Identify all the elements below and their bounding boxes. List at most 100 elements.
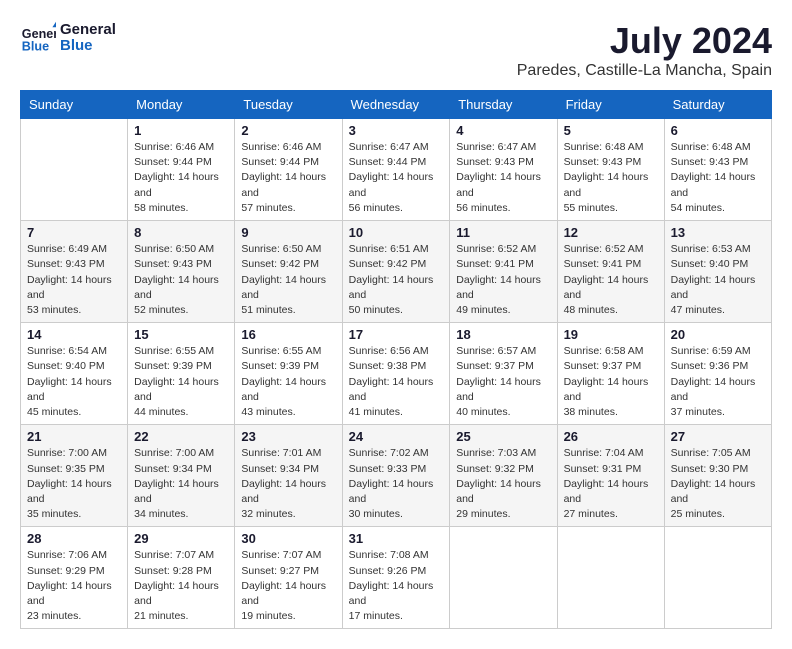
day-detail: Sunrise: 6:54 AMSunset: 9:40 PMDaylight:… (27, 344, 121, 420)
sunrise-text: Sunrise: 7:04 AM (564, 447, 644, 459)
sunrise-text: Sunrise: 6:53 AM (671, 243, 751, 255)
month-title: July 2024 (517, 20, 772, 62)
calendar-week-row: 1 Sunrise: 6:46 AMSunset: 9:44 PMDaylight… (21, 119, 772, 221)
day-number: 9 (241, 225, 335, 240)
daylight-text: Daylight: 14 hours and25 minutes. (671, 478, 756, 520)
sunrise-text: Sunrise: 7:01 AM (241, 447, 321, 459)
day-number: 1 (134, 123, 228, 138)
day-detail: Sunrise: 7:01 AMSunset: 9:34 PMDaylight:… (241, 446, 335, 522)
sunset-text: Sunset: 9:36 PM (671, 360, 749, 372)
day-number: 14 (27, 327, 121, 342)
calendar-cell: 1 Sunrise: 6:46 AMSunset: 9:44 PMDaylight… (128, 119, 235, 221)
day-number: 11 (456, 225, 550, 240)
day-number: 23 (241, 429, 335, 444)
daylight-text: Daylight: 14 hours and19 minutes. (241, 580, 326, 622)
day-detail: Sunrise: 6:48 AMSunset: 9:43 PMDaylight:… (564, 140, 658, 216)
day-number: 16 (241, 327, 335, 342)
sunset-text: Sunset: 9:31 PM (564, 463, 642, 475)
day-detail: Sunrise: 6:46 AMSunset: 9:44 PMDaylight:… (134, 140, 228, 216)
day-number: 3 (349, 123, 444, 138)
daylight-text: Daylight: 14 hours and41 minutes. (349, 376, 434, 418)
sunrise-text: Sunrise: 6:52 AM (564, 243, 644, 255)
daylight-text: Daylight: 14 hours and51 minutes. (241, 274, 326, 316)
calendar-cell: 29Sunrise: 7:07 AMSunset: 9:28 PMDayligh… (128, 527, 235, 629)
day-detail: Sunrise: 7:00 AMSunset: 9:34 PMDaylight:… (134, 446, 228, 522)
day-detail: Sunrise: 6:55 AMSunset: 9:39 PMDaylight:… (241, 344, 335, 420)
sunset-text: Sunset: 9:43 PM (27, 258, 105, 270)
sunrise-text: Sunrise: 6:57 AM (456, 345, 536, 357)
sunset-text: Sunset: 9:28 PM (134, 565, 212, 577)
sunset-text: Sunset: 9:30 PM (671, 463, 749, 475)
calendar-cell: 28 Sunrise: 7:06 AMSunset: 9:29 PMDayligh… (21, 527, 128, 629)
calendar-cell: 7Sunrise: 6:49 AMSunset: 9:43 PMDaylight… (21, 221, 128, 323)
weekday-header-tuesday: Tuesday (235, 91, 342, 119)
day-detail: Sunrise: 7:02 AMSunset: 9:33 PMDaylight:… (349, 446, 444, 522)
day-number: 19 (564, 327, 658, 342)
day-number: 2 (241, 123, 335, 138)
day-detail: Sunrise: 6:59 AMSunset: 9:36 PMDaylight:… (671, 344, 765, 420)
day-detail: Sunrise: 6:49 AMSunset: 9:43 PMDaylight:… (27, 242, 121, 318)
sunrise-text: Sunrise: 6:55 AM (241, 345, 321, 357)
sunrise-text: Sunrise: 6:50 AM (134, 243, 214, 255)
daylight-text: Daylight: 14 hours and58 minutes. (134, 171, 219, 213)
calendar-cell: 20 Sunrise: 6:59 AMSunset: 9:36 PMDayligh… (664, 323, 771, 425)
calendar-week-row: 7Sunrise: 6:49 AMSunset: 9:43 PMDaylight… (21, 221, 772, 323)
day-detail: Sunrise: 6:50 AMSunset: 9:42 PMDaylight:… (241, 242, 335, 318)
day-detail: Sunrise: 6:52 AMSunset: 9:41 PMDaylight:… (564, 242, 658, 318)
calendar-cell: 27Sunrise: 7:05 AMSunset: 9:30 PMDayligh… (664, 425, 771, 527)
calendar-cell: 10Sunrise: 6:51 AMSunset: 9:42 PMDayligh… (342, 221, 450, 323)
sunrise-text: Sunrise: 6:51 AM (349, 243, 429, 255)
weekday-header-monday: Monday (128, 91, 235, 119)
sunset-text: Sunset: 9:35 PM (27, 463, 105, 475)
day-number: 28 (27, 531, 121, 546)
sunset-text: Sunset: 9:37 PM (564, 360, 642, 372)
sunrise-text: Sunrise: 6:58 AM (564, 345, 644, 357)
day-number: 31 (349, 531, 444, 546)
weekday-header-wednesday: Wednesday (342, 91, 450, 119)
day-number: 4 (456, 123, 550, 138)
sunset-text: Sunset: 9:44 PM (134, 156, 212, 168)
daylight-text: Daylight: 14 hours and29 minutes. (456, 478, 541, 520)
calendar-cell: 12Sunrise: 6:52 AMSunset: 9:41 PMDayligh… (557, 221, 664, 323)
daylight-text: Daylight: 14 hours and50 minutes. (349, 274, 434, 316)
sunrise-text: Sunrise: 7:03 AM (456, 447, 536, 459)
calendar-cell (664, 527, 771, 629)
sunrise-text: Sunrise: 6:56 AM (349, 345, 429, 357)
day-detail: Sunrise: 6:50 AMSunset: 9:43 PMDaylight:… (134, 242, 228, 318)
header: General Blue General Blue July 2024 Pare… (20, 20, 772, 80)
day-number: 13 (671, 225, 765, 240)
sunrise-text: Sunrise: 6:52 AM (456, 243, 536, 255)
logo-general: General (60, 22, 116, 39)
day-detail: Sunrise: 7:07 AMSunset: 9:27 PMDaylight:… (241, 548, 335, 624)
calendar-cell: 6Sunrise: 6:48 AMSunset: 9:43 PMDaylight… (664, 119, 771, 221)
daylight-text: Daylight: 14 hours and35 minutes. (27, 478, 112, 520)
day-number: 20 (671, 327, 765, 342)
day-detail: Sunrise: 6:57 AMSunset: 9:37 PMDaylight:… (456, 344, 550, 420)
sunset-text: Sunset: 9:43 PM (564, 156, 642, 168)
day-number: 12 (564, 225, 658, 240)
logo-blue: Blue (60, 38, 116, 55)
logo-icon: General Blue (20, 20, 56, 56)
calendar-cell: 3Sunrise: 6:47 AMSunset: 9:44 PMDaylight… (342, 119, 450, 221)
sunset-text: Sunset: 9:41 PM (456, 258, 534, 270)
weekday-header-sunday: Sunday (21, 91, 128, 119)
sunrise-text: Sunrise: 6:47 AM (456, 141, 536, 153)
sunset-text: Sunset: 9:33 PM (349, 463, 427, 475)
sunset-text: Sunset: 9:41 PM (564, 258, 642, 270)
daylight-text: Daylight: 14 hours and40 minutes. (456, 376, 541, 418)
daylight-text: Daylight: 14 hours and37 minutes. (671, 376, 756, 418)
sunrise-text: Sunrise: 6:48 AM (564, 141, 644, 153)
calendar-cell (21, 119, 128, 221)
daylight-text: Daylight: 14 hours and53 minutes. (27, 274, 112, 316)
daylight-text: Daylight: 14 hours and47 minutes. (671, 274, 756, 316)
sunset-text: Sunset: 9:32 PM (456, 463, 534, 475)
calendar-week-row: 28 Sunrise: 7:06 AMSunset: 9:29 PMDayligh… (21, 527, 772, 629)
sunrise-text: Sunrise: 7:02 AM (349, 447, 429, 459)
sunset-text: Sunset: 9:29 PM (27, 565, 105, 577)
day-number: 22 (134, 429, 228, 444)
daylight-text: Daylight: 14 hours and56 minutes. (349, 171, 434, 213)
sunrise-text: Sunrise: 7:08 AM (349, 549, 429, 561)
day-detail: Sunrise: 7:05 AMSunset: 9:30 PMDaylight:… (671, 446, 765, 522)
day-detail: Sunrise: 7:08 AMSunset: 9:26 PMDaylight:… (349, 548, 444, 624)
day-detail: Sunrise: 7:06 AMSunset: 9:29 PMDaylight:… (27, 548, 121, 624)
